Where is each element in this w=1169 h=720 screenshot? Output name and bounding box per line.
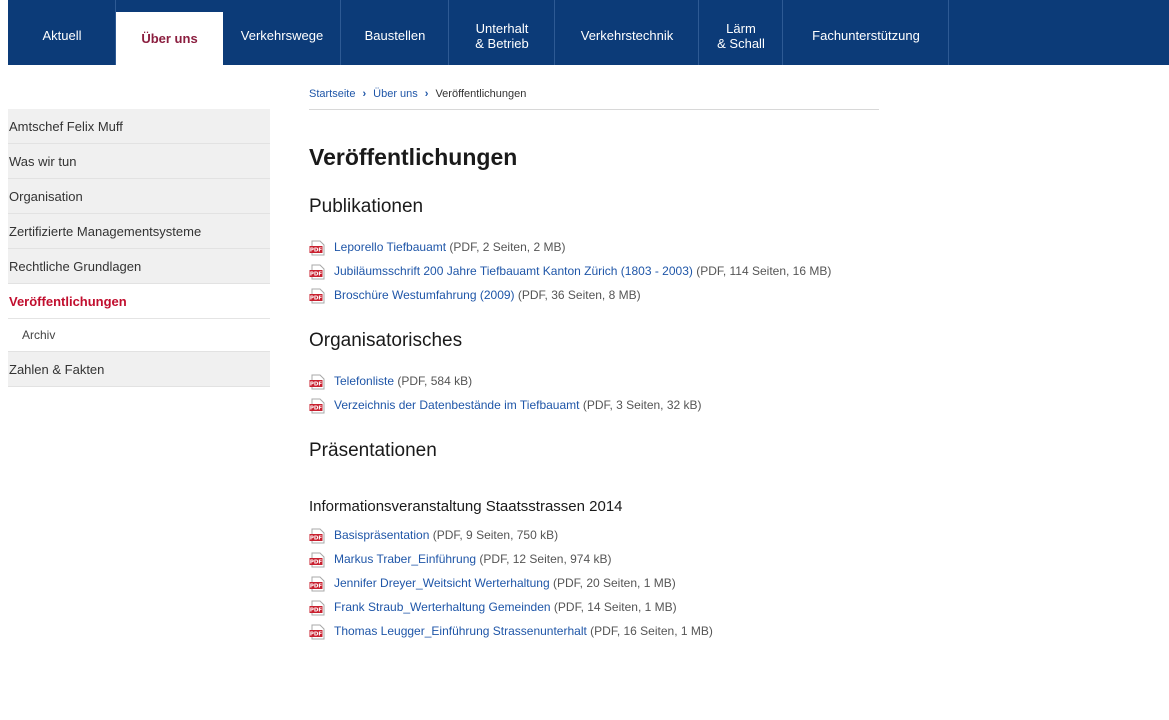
document-link[interactable]: Broschüre Westumfahrung (2009)	[334, 288, 515, 302]
pdf-icon: PDF	[309, 624, 325, 640]
tab-label: Baustellen	[364, 28, 426, 43]
document-item: PDF Broschüre Westumfahrung (2009) (PDF, …	[309, 286, 889, 305]
svg-text:PDF: PDF	[310, 584, 323, 590]
sidebar-navigation: Amtschef Felix Muff Was wir tun Organisa…	[8, 109, 270, 387]
document-meta: (PDF, 9 Seiten, 750 kB)	[429, 528, 559, 542]
document-meta: (PDF, 20 Seiten, 1 MB)	[549, 576, 676, 590]
main-navigation: Aktuell Über uns Verkehrswege Baustellen…	[8, 0, 1169, 65]
tab-label: Fachunterstützung	[812, 28, 920, 43]
main-content: Startseite › Über uns › Veröffentlichungen V…	[309, 80, 889, 646]
tab-unterhalt-betrieb[interactable]: Unterhalt & Betrieb	[449, 0, 555, 65]
pdf-icon: PDF	[309, 264, 325, 280]
document-link[interactable]: Jennifer Dreyer_Weitsicht Werterhaltung	[334, 576, 550, 590]
document-link[interactable]: Leporello Tiefbauamt	[334, 240, 446, 254]
pdf-icon: PDF	[309, 576, 325, 592]
document-item: PDF Leporello Tiefbauamt (PDF, 2 Seiten, …	[309, 238, 889, 257]
document-item: PDF Telefonliste (PDF, 584 kB)	[309, 372, 889, 391]
sidebar-item-amtschef[interactable]: Amtschef Felix Muff	[8, 109, 270, 144]
pdf-icon: PDF	[309, 288, 325, 304]
tab-laerm-schall[interactable]: Lärm & Schall	[699, 0, 783, 65]
document-item: PDF Jennifer Dreyer_Weitsicht Werterhaltu…	[309, 574, 889, 593]
tab-label: Verkehrswege	[240, 28, 324, 43]
breadcrumb-separator: ›	[424, 88, 429, 100]
sidebar-item-organisation[interactable]: Organisation	[8, 179, 270, 214]
pdf-icon: PDF	[309, 528, 325, 544]
svg-text:PDF: PDF	[310, 382, 323, 388]
document-meta: (PDF, 36 Seiten, 8 MB)	[514, 288, 641, 302]
svg-text:PDF: PDF	[310, 632, 323, 638]
sidebar-item-managementsysteme[interactable]: Zertifizierte Managementsysteme	[8, 214, 270, 249]
tab-label: Lärm & Schall	[717, 20, 765, 51]
document-link[interactable]: Telefonliste	[334, 374, 394, 388]
svg-text:PDF: PDF	[310, 296, 323, 302]
section-heading-organisatorisches: Organisatorisches	[309, 330, 463, 351]
svg-text:PDF: PDF	[310, 272, 323, 278]
tab-label: Verkehrstechnik	[580, 28, 674, 43]
document-item: PDF Frank Straub_Werterhaltung Gemeinden …	[309, 598, 889, 617]
svg-text:PDF: PDF	[310, 248, 323, 254]
pdf-icon: PDF	[309, 240, 325, 256]
tab-label: Unterhalt & Betrieb	[475, 20, 529, 51]
tab-baustellen[interactable]: Baustellen	[341, 0, 449, 65]
sidebar-item-zahlen-fakten[interactable]: Zahlen & Fakten	[8, 352, 270, 387]
breadcrumb-current: Veröffentlichungen	[435, 88, 527, 100]
document-link[interactable]: Frank Straub_Werterhaltung Gemeinden	[334, 600, 551, 614]
document-meta: (PDF, 114 Seiten, 16 MB)	[692, 264, 832, 278]
breadcrumb-home-link[interactable]: Startseite	[309, 88, 355, 100]
document-item: PDF Thomas Leugger_Einführung Strassenunt…	[309, 622, 889, 641]
svg-text:PDF: PDF	[310, 536, 323, 542]
document-meta: (PDF, 14 Seiten, 1 MB)	[550, 600, 677, 614]
document-link[interactable]: Markus Traber_Einführung	[334, 552, 476, 566]
document-link[interactable]: Basispräsentation	[334, 528, 429, 542]
document-item: PDF Verzeichnis der Datenbestände im Tief…	[309, 396, 889, 415]
tab-label: Über uns	[141, 31, 198, 46]
svg-text:PDF: PDF	[310, 406, 323, 412]
svg-text:PDF: PDF	[310, 608, 323, 614]
breadcrumb-separator: ›	[362, 88, 367, 100]
subsection-heading: Informationsveranstaltung Staatsstrassen…	[309, 498, 623, 515]
pdf-icon: PDF	[309, 398, 325, 414]
document-item: PDF Markus Traber_Einführung (PDF, 12 Sei…	[309, 550, 889, 569]
section-heading-praesentationen: Präsentationen	[309, 440, 437, 461]
pdf-icon: PDF	[309, 600, 325, 616]
tab-divider	[948, 0, 949, 65]
document-list: PDF Basispräsentation (PDF, 9 Seiten, 750…	[309, 526, 889, 641]
tab-ueber-uns[interactable]: Über uns	[116, 12, 223, 65]
document-link[interactable]: Verzeichnis der Datenbestände im Tiefbau…	[334, 398, 579, 412]
document-meta: (PDF, 12 Seiten, 974 kB)	[476, 552, 612, 566]
tab-label: Aktuell	[42, 28, 82, 43]
sidebar-item-archiv[interactable]: Archiv	[8, 319, 270, 352]
document-meta: (PDF, 2 Seiten, 2 MB)	[446, 240, 566, 254]
tab-aktuell[interactable]: Aktuell	[8, 0, 116, 65]
sidebar-item-rechtliche-grundlagen[interactable]: Rechtliche Grundlagen	[8, 249, 270, 284]
section-heading-publikationen: Publikationen	[309, 196, 424, 217]
document-meta: (PDF, 16 Seiten, 1 MB)	[586, 624, 713, 638]
document-meta: (PDF, 3 Seiten, 32 kB)	[579, 398, 702, 412]
document-list: PDF Telefonliste (PDF, 584 kB) PDF Verzeic…	[309, 372, 889, 415]
breadcrumb: Startseite › Über uns › Veröffentlichungen	[309, 80, 879, 110]
tab-verkehrstechnik[interactable]: Verkehrstechnik	[555, 0, 699, 65]
svg-text:PDF: PDF	[310, 560, 323, 566]
document-link[interactable]: Thomas Leugger_Einführung Strassenunterh…	[334, 624, 587, 638]
document-item: PDF Basispräsentation (PDF, 9 Seiten, 750…	[309, 526, 889, 545]
document-item: PDF Jubiläumsschrift 200 Jahre Tiefbauamt…	[309, 262, 889, 281]
sidebar-item-was-wir-tun[interactable]: Was wir tun	[8, 144, 270, 179]
pdf-icon: PDF	[309, 374, 325, 390]
document-link[interactable]: Jubiläumsschrift 200 Jahre Tiefbauamt Ka…	[334, 264, 693, 278]
page-title: Veröffentlichungen	[309, 144, 518, 170]
document-meta: (PDF, 584 kB)	[394, 374, 473, 388]
document-list: PDF Leporello Tiefbauamt (PDF, 2 Seiten, …	[309, 238, 889, 305]
breadcrumb-parent-link[interactable]: Über uns	[373, 88, 418, 100]
tab-verkehrswege[interactable]: Verkehrswege	[223, 0, 341, 65]
pdf-icon: PDF	[309, 552, 325, 568]
sidebar-item-veroeffentlichungen[interactable]: Veröffentlichungen	[8, 284, 270, 319]
tab-fachunterstuetzung[interactable]: Fachunterstützung	[783, 0, 949, 65]
